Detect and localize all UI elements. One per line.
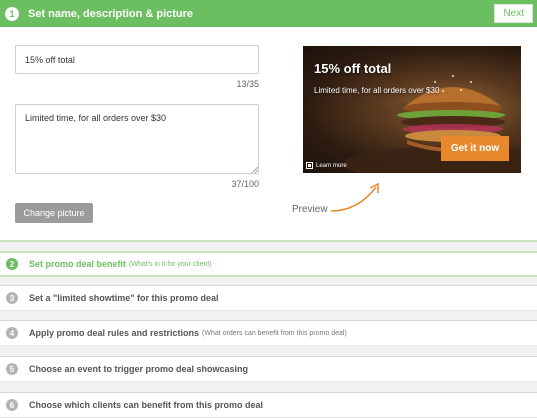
- step-3-number: 3: [6, 292, 18, 304]
- step-1-title: Set name, description & picture: [28, 7, 194, 20]
- step-4-subtitle: (What orders can benefit from this promo…: [202, 329, 347, 337]
- step-gap: [0, 311, 537, 320]
- step-2-subtitle: (What's in it for your client): [129, 260, 212, 268]
- step-gap: [0, 382, 537, 392]
- change-picture-button[interactable]: Change picture: [15, 203, 93, 223]
- step-5-event[interactable]: 5 Choose an event to trigger promo deal …: [0, 356, 537, 382]
- description-char-counter: 37/100: [231, 179, 259, 189]
- preview-cta-button: Get it now: [441, 136, 509, 161]
- preview-description: Limited time, for all orders over $30: [314, 86, 440, 95]
- deal-name-input[interactable]: [15, 45, 259, 74]
- deal-description-input[interactable]: Limited time, for all orders over $30: [15, 104, 259, 174]
- step-4-number: 4: [6, 327, 18, 339]
- curved-arrow-icon: [330, 182, 379, 212]
- preview-title: 15% off total: [314, 61, 392, 76]
- next-button[interactable]: Next: [494, 4, 533, 23]
- learn-more-icon: [306, 162, 313, 169]
- step-gap: [0, 242, 537, 251]
- name-char-counter: 13/35: [236, 79, 259, 89]
- step-6-clients[interactable]: 6 Choose which clients can benefit from …: [0, 392, 537, 418]
- learn-more-label: Learn more: [316, 162, 347, 169]
- step-6-title: Choose which clients can benefit from th…: [29, 400, 264, 410]
- preview-caption: Preview: [292, 204, 328, 215]
- step-6-number: 6: [6, 399, 18, 411]
- step-2-number: 2: [6, 258, 18, 270]
- step-3-title: Set a "limited showtime" for this promo …: [29, 293, 219, 303]
- step-5-title: Choose an event to trigger promo deal sh…: [29, 364, 249, 374]
- step-2-benefit[interactable]: 2 Set promo deal benefit (What's in it f…: [0, 251, 537, 277]
- promo-preview-card: 15% off total Limited time, for all orde…: [303, 46, 521, 173]
- step-5-number: 5: [6, 363, 18, 375]
- step-1-header: 1 Set name, description & picture Next: [0, 0, 537, 27]
- step-1-number: 1: [5, 6, 19, 21]
- step-3-showtime[interactable]: 3 Set a "limited showtime" for this prom…: [0, 285, 537, 311]
- learn-more-link: Learn more: [306, 162, 347, 169]
- step-4-rules[interactable]: 4 Apply promo deal rules and restriction…: [0, 320, 537, 346]
- step-2-title: Set promo deal benefit: [29, 259, 127, 269]
- resize-handle-icon[interactable]: [251, 166, 258, 173]
- step-gap: [0, 346, 537, 356]
- step-4-title: Apply promo deal rules and restrictions: [29, 328, 200, 338]
